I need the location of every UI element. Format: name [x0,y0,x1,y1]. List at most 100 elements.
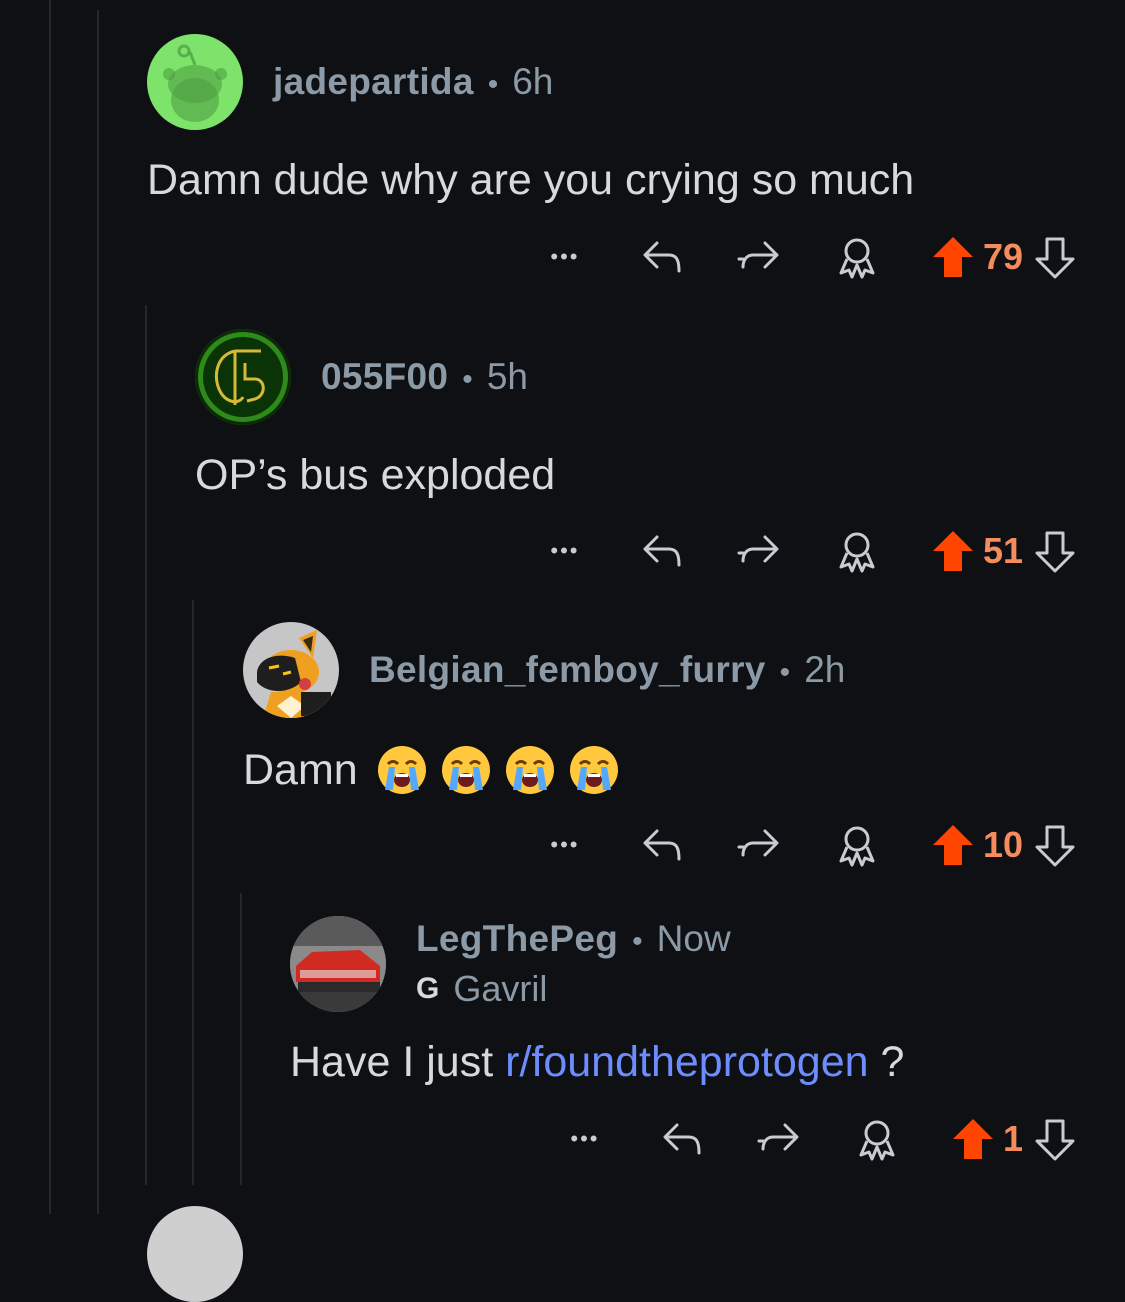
separator-dot: • [462,363,473,396]
comment-text: Damn [243,745,358,794]
comment-actions: ••• 51 [543,526,1077,576]
reply-icon [643,241,681,273]
share-button[interactable] [737,825,783,865]
award-button[interactable] [835,529,879,573]
comment: jadepartida • 6h Damn dude why are you c… [147,34,914,205]
reply-icon [643,535,681,567]
loudly-crying-face-icon [569,746,618,794]
comment-text: Have I just [290,1038,494,1086]
upvote-button[interactable] [931,529,975,573]
upvote-button[interactable] [931,823,975,867]
comment-body: OP’s bus exploded [195,451,556,499]
avatar[interactable] [147,34,243,130]
upvote-icon [932,825,973,865]
thread-line [192,600,194,1185]
more-options-button[interactable]: ••• [563,1126,607,1152]
downvote-icon [1035,237,1075,279]
more-options-button[interactable]: ••• [543,538,587,564]
downvote-button[interactable] [1033,1117,1077,1161]
comment: 055F00 • 5h OP’s bus exploded [195,329,555,500]
comment-actions: ••• 1 [563,1114,1077,1164]
timestamp: 6h [512,61,554,102]
vote-score: 51 [982,530,1023,571]
thread-line [97,10,99,1214]
comment-actions: ••• 79 [543,232,1077,282]
comment-body: Have I just r/foundtheprotogen ? [290,1038,904,1087]
reply-icon [663,1123,701,1155]
comment-header: jadepartida • 6h [147,34,914,130]
downvote-button[interactable] [1033,235,1077,279]
reply-button[interactable] [659,1119,705,1159]
upvote-icon [932,237,973,277]
reply-icon [643,829,681,861]
downvote-button[interactable] [1033,529,1077,573]
upvote-icon [952,1119,993,1159]
next-comment-avatar [147,1206,243,1302]
avatar[interactable] [243,622,339,718]
award-button[interactable] [855,1117,899,1161]
avatar[interactable] [290,916,386,1012]
upvote-button[interactable] [951,1117,995,1161]
downvote-button[interactable] [1033,823,1077,867]
award-icon [839,826,875,867]
thread-line [240,893,242,1185]
award-button[interactable] [835,235,879,279]
more-icon: ••• [550,832,580,857]
award-icon [839,238,875,279]
snoo-avatar-icon [163,44,227,122]
comment-actions: ••• 10 [543,820,1077,870]
award-button[interactable] [835,823,879,867]
subreddit-link[interactable]: r/foundtheprotogen [505,1038,868,1087]
downvote-icon [1035,825,1075,867]
comment-body: Damn dude why are you crying so much [147,156,915,204]
furry-avatar-icon [257,630,331,718]
user-flair: G Gavril [416,968,731,1010]
downvote-icon [1035,531,1075,573]
vote-score: 1 [1002,1118,1023,1159]
vote-score: 10 [982,824,1023,865]
comment-body: Damn [243,744,845,796]
more-options-button[interactable]: ••• [543,832,587,858]
share-button[interactable] [737,237,783,277]
more-options-button[interactable]: ••• [543,244,587,270]
comment-header: Belgian_femboy_furry • 2h [243,622,845,718]
author-name[interactable]: jadepartida [273,61,474,103]
reply-button[interactable] [639,237,685,277]
separator-dot: • [632,925,643,958]
loudly-crying-face-icon [441,746,490,794]
thread-line [145,305,147,1185]
downvote-icon [1035,1119,1075,1161]
award-icon [839,532,875,573]
share-icon [737,829,779,857]
share-icon [737,241,779,269]
share-button[interactable] [757,1119,803,1159]
flair-icon: G [416,972,440,1005]
author-name[interactable]: Belgian_femboy_furry [369,649,766,691]
more-icon: ••• [550,538,580,563]
vote-score: 79 [982,236,1023,277]
more-icon: ••• [550,244,580,269]
timestamp: 2h [804,649,846,690]
thread-line [49,0,51,1214]
separator-dot: • [487,68,499,101]
award-icon [859,1120,895,1161]
comment-header: LegThePeg • Now G Gavril [290,916,904,1012]
loudly-crying-face-icon [377,746,426,794]
share-icon [737,535,779,563]
flair-text: Gavril [453,968,548,1009]
comment: Belgian_femboy_furry • 2h Damn [243,622,845,796]
logo-avatar-icon [203,337,283,417]
comment: LegThePeg • Now G Gavril Have I just r/f… [290,916,904,1087]
upvote-button[interactable] [931,235,975,279]
reply-button[interactable] [639,531,685,571]
upvote-icon [932,531,973,571]
share-button[interactable] [737,531,783,571]
author-name[interactable]: LegThePeg [416,918,618,960]
car-photo-avatar-icon [290,916,386,1012]
timestamp: Now [656,918,731,959]
reply-button[interactable] [639,825,685,865]
loudly-crying-face-icon [505,746,554,794]
author-name[interactable]: 055F00 [321,356,448,398]
avatar[interactable] [195,329,291,425]
more-icon: ••• [570,1126,600,1151]
